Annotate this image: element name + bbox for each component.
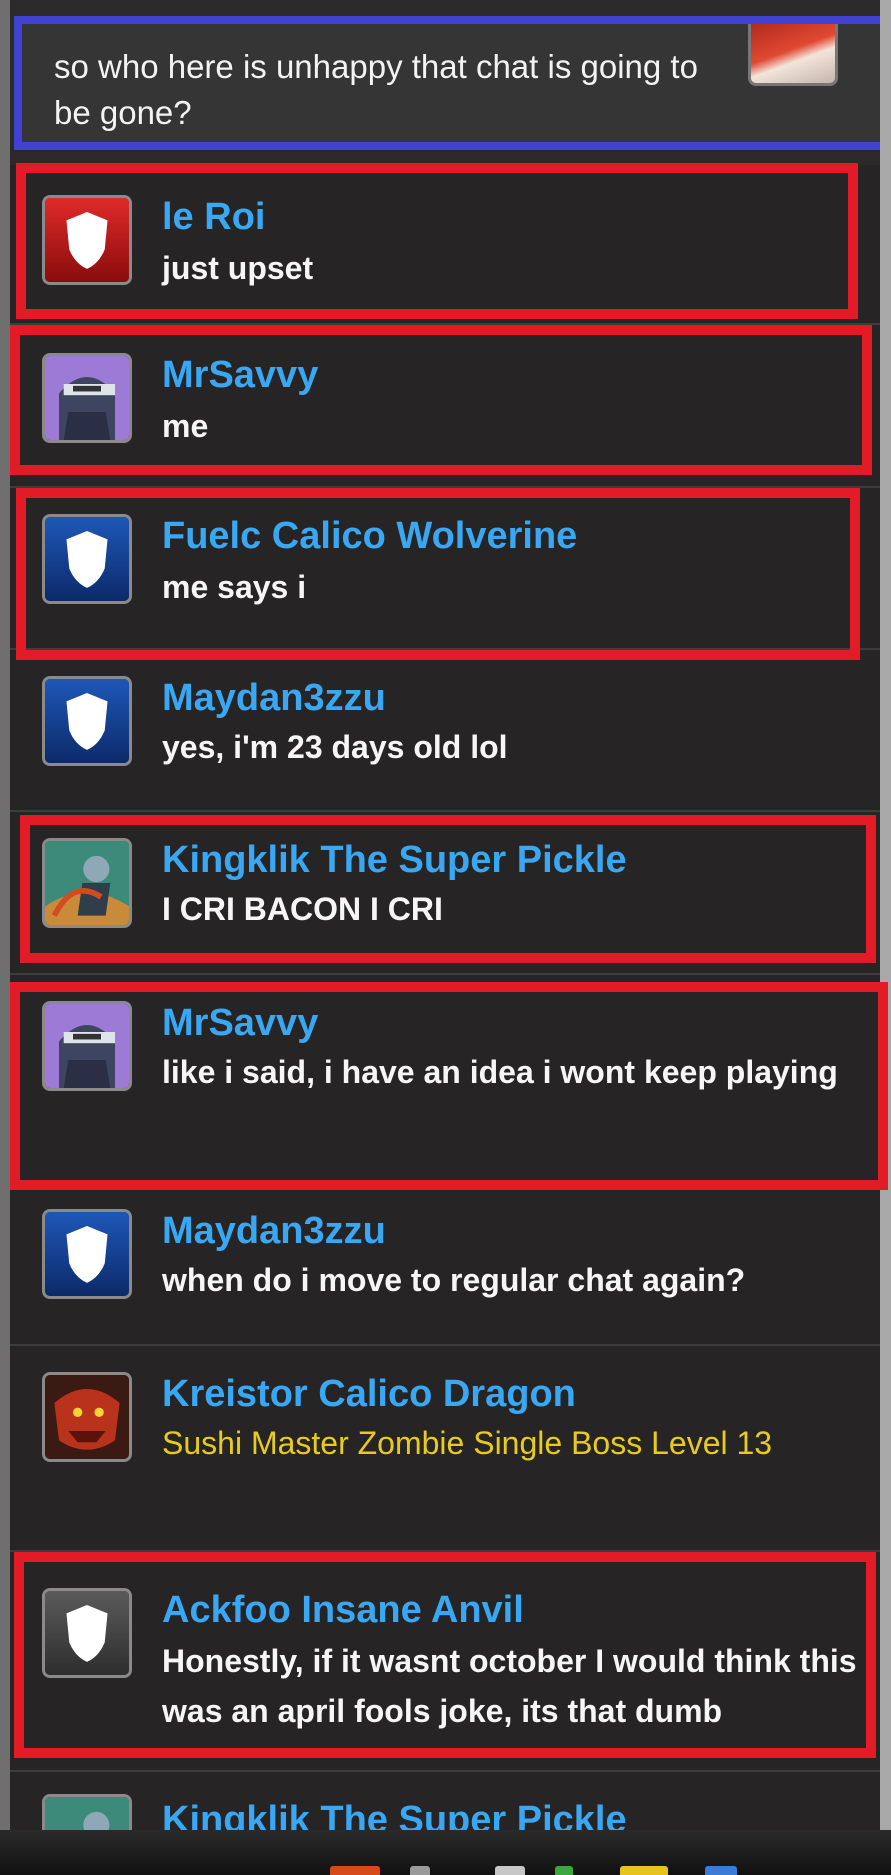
message-text: just upset xyxy=(162,250,314,286)
message-text: me says i xyxy=(162,569,307,605)
left-window-edge xyxy=(0,0,10,1830)
username[interactable]: Ackfoo Insane Anvil xyxy=(162,1586,524,1634)
taskbar-app-icon[interactable] xyxy=(705,1866,737,1875)
chat-message: MrSavvy like i said, i have an idea i wo… xyxy=(10,975,880,1183)
chat-panel[interactable]: le Roi just upset MrSavvy me Fuelc Calic… xyxy=(10,0,880,1830)
username[interactable]: le Roi xyxy=(162,193,265,241)
screenshot-root: le Roi just upset MrSavvy me Fuelc Calic… xyxy=(0,0,891,1875)
username[interactable]: MrSavvy xyxy=(162,999,318,1047)
username[interactable]: Fuelc Calico Wolverine xyxy=(162,512,577,560)
taskbar-app-icon[interactable] xyxy=(330,1866,380,1875)
message-text: me xyxy=(162,408,209,444)
message-text: yes, i'm 23 days old lol xyxy=(162,729,508,765)
message-text: when do i move to regular chat again? xyxy=(162,1262,746,1298)
username[interactable]: Kreistor Calico Dragon xyxy=(162,1370,576,1418)
pinned-message-text: so who here is unhappy that chat is goin… xyxy=(54,48,698,131)
archer-avatar-icon[interactable] xyxy=(42,838,132,928)
taskbar-app-icon[interactable] xyxy=(555,1866,573,1875)
chat-message: Kingklik The Super Pickle I CRI BACON I … xyxy=(10,812,880,975)
chat-message: Kingklik The Super Pickle xyxy=(10,1772,880,1830)
dragon-avatar-icon[interactable] xyxy=(42,1372,132,1462)
taskbar xyxy=(0,1830,891,1875)
username[interactable]: MrSavvy xyxy=(162,351,318,399)
grey-shield-icon[interactable] xyxy=(42,1588,132,1678)
chat-message: Maydan3zzu when do i move to regular cha… xyxy=(10,1183,880,1346)
message-text: I CRI BACON I CRI xyxy=(162,891,443,927)
taskbar-app-icon[interactable] xyxy=(620,1866,668,1875)
username[interactable]: Maydan3zzu xyxy=(162,674,386,722)
message-text: like i said, i have an idea i wont keep … xyxy=(162,1054,838,1090)
santa-avatar-icon[interactable] xyxy=(748,24,838,86)
taskbar-app-icon[interactable] xyxy=(495,1866,525,1875)
chat-message: Kreistor Calico Dragon Sushi Master Zomb… xyxy=(10,1346,880,1552)
system-message-text: Sushi Master Zombie Single Boss Level 13 xyxy=(162,1425,773,1461)
red-shield-icon[interactable] xyxy=(42,195,132,285)
chat-message: Fuelc Calico Wolverine me says i xyxy=(10,488,880,650)
ninja-avatar-icon[interactable] xyxy=(42,353,132,443)
username[interactable]: Kingklik The Super Pickle xyxy=(162,1796,627,1830)
blue-shield-icon[interactable] xyxy=(42,1209,132,1299)
blue-shield-icon[interactable] xyxy=(42,514,132,604)
pinned-message: so who here is unhappy that chat is goin… xyxy=(14,16,880,150)
username[interactable]: Kingklik The Super Pickle xyxy=(162,836,627,884)
taskbar-app-icon[interactable] xyxy=(410,1866,430,1875)
chat-message: Ackfoo Insane Anvil Honestly, if it wasn… xyxy=(10,1552,880,1772)
chat-message: MrSavvy me xyxy=(10,325,880,488)
message-text: Honestly, if it wasnt october I would th… xyxy=(162,1643,857,1729)
archer-avatar-icon[interactable] xyxy=(42,1794,132,1830)
chat-message: Maydan3zzu yes, i'm 23 days old lol xyxy=(10,650,880,812)
scrollbar-track[interactable] xyxy=(880,0,891,1830)
chat-message: le Roi just upset xyxy=(10,165,880,325)
blue-shield-icon[interactable] xyxy=(42,676,132,766)
username[interactable]: Maydan3zzu xyxy=(162,1207,386,1255)
ninja-avatar-icon[interactable] xyxy=(42,1001,132,1091)
